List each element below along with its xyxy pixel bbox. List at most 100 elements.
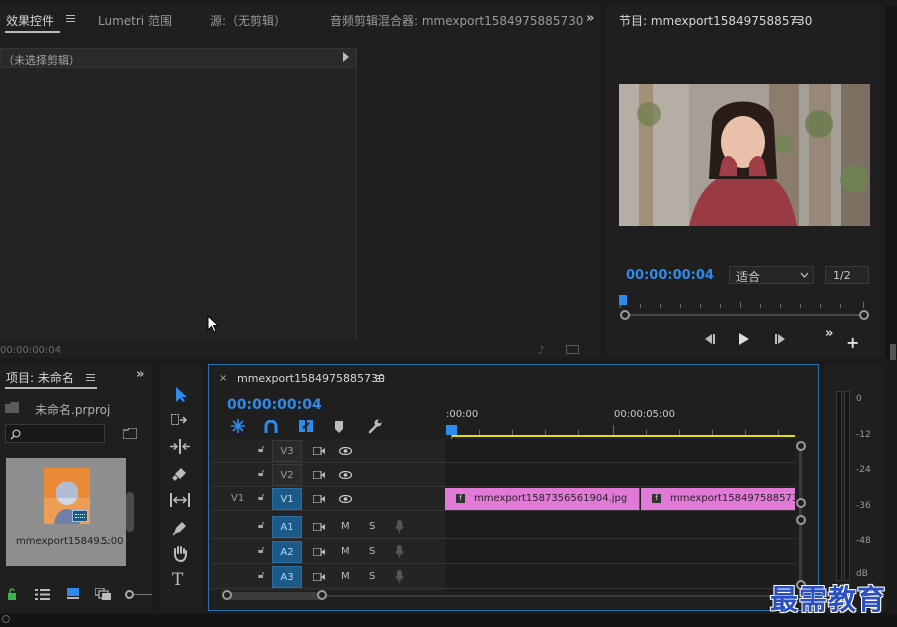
- microphone-icon[interactable]: [395, 570, 404, 584]
- hamburger-icon[interactable]: [86, 374, 95, 381]
- snap-magnet-icon[interactable]: [264, 420, 278, 433]
- resolution-dropdown[interactable]: 1/2: [825, 266, 869, 284]
- lock-icon[interactable]: 🔓︎: [258, 520, 264, 531]
- icon-view-icon[interactable]: [67, 588, 79, 599]
- step-forward-icon[interactable]: [773, 334, 787, 344]
- source-patch-v1[interactable]: V1: [231, 493, 244, 504]
- track-target-v3[interactable]: V3: [272, 440, 302, 462]
- search-input[interactable]: [5, 424, 105, 443]
- solo-button[interactable]: S: [369, 546, 375, 557]
- mute-button[interactable]: M: [341, 571, 350, 582]
- media-item[interactable]: mmexport15849... 5:00: [6, 458, 126, 566]
- slip-tool-icon[interactable]: [170, 493, 190, 507]
- track-select-tool-icon[interactable]: [171, 414, 189, 426]
- step-back-icon[interactable]: [703, 334, 717, 344]
- solo-button[interactable]: S: [369, 571, 375, 582]
- marker-icon[interactable]: [334, 421, 344, 433]
- toggle-sync-lock-icon[interactable]: [313, 471, 325, 479]
- timeline-ruler[interactable]: [446, 421, 796, 435]
- hamburger-icon[interactable]: [792, 16, 801, 23]
- zoom-scrollbar[interactable]: [624, 314, 864, 316]
- linked-selection-icon[interactable]: [298, 419, 314, 433]
- toggle-sync-lock-icon[interactable]: [313, 573, 325, 581]
- zoom-slider-handle[interactable]: [125, 590, 134, 599]
- wrench-icon[interactable]: [367, 419, 382, 434]
- type-tool-icon[interactable]: T: [172, 570, 183, 590]
- vscroll-handle-mid[interactable]: [796, 498, 806, 508]
- meter-scale-48: -48: [856, 536, 871, 546]
- lock-icon[interactable]: [7, 588, 17, 600]
- audio-only-icon[interactable]: ♪: [538, 344, 545, 357]
- program-video-frame: [619, 84, 870, 226]
- hscroll-handle-left[interactable]: [222, 590, 232, 600]
- work-area-bar[interactable]: [451, 435, 795, 437]
- selection-tool-icon[interactable]: [174, 386, 188, 403]
- eye-icon[interactable]: [339, 447, 352, 455]
- lock-icon[interactable]: 🔓︎: [258, 444, 264, 455]
- project-panel: 项目: 未命名 » 未命名.prproj mmexport15849... 5:…: [0, 364, 152, 612]
- track-target-v2[interactable]: V2: [272, 464, 302, 486]
- microphone-icon[interactable]: [395, 545, 404, 559]
- fx-badge-icon: f: [652, 494, 661, 503]
- playhead-icon[interactable]: [619, 295, 627, 305]
- close-icon[interactable]: ×: [219, 373, 227, 384]
- eye-icon[interactable]: [339, 471, 352, 479]
- vscroll-handle-top[interactable]: [796, 441, 806, 451]
- watermark: 最需教育: [770, 583, 887, 616]
- vscroll-handle-mid2[interactable]: [796, 515, 806, 525]
- double-chevron-right-icon[interactable]: »: [136, 367, 144, 382]
- track-target-a1[interactable]: A1: [272, 516, 302, 538]
- fit-dropdown[interactable]: 适合: [729, 266, 814, 284]
- list-view-icon[interactable]: [35, 589, 50, 600]
- razor-tool-icon[interactable]: [172, 465, 188, 481]
- hscroll-thumb[interactable]: [227, 592, 322, 600]
- microphone-icon[interactable]: [395, 520, 404, 534]
- project-scrollbar[interactable]: [126, 492, 134, 532]
- clip-1[interactable]: f mmexport1587356561904.jpg: [445, 488, 640, 510]
- eye-icon[interactable]: [339, 495, 352, 503]
- export-frame-icon[interactable]: [566, 345, 579, 354]
- toggle-sync-lock-icon[interactable]: [313, 495, 325, 503]
- pen-tool-icon[interactable]: [172, 519, 188, 536]
- hand-tool-icon[interactable]: [172, 545, 188, 562]
- tab-audio-clip-mixer[interactable]: 音频剪辑混合器: mmexport1584975885730: [330, 12, 583, 29]
- hscroll-handle-right[interactable]: [317, 590, 327, 600]
- audio-meter-panel: 0 -12 -24 -36 -48 dB: [825, 364, 885, 612]
- double-chevron-right-icon[interactable]: »: [586, 11, 594, 26]
- mute-button[interactable]: M: [341, 521, 350, 532]
- ripple-edit-tool-icon[interactable]: [170, 439, 190, 454]
- toggle-sync-lock-icon[interactable]: [313, 523, 325, 531]
- plus-icon[interactable]: +: [846, 333, 859, 352]
- more-controls-icon[interactable]: »: [825, 326, 833, 341]
- tab-source[interactable]: 源:（无剪辑）: [210, 12, 286, 29]
- scroll-thumb[interactable]: [890, 344, 896, 360]
- scroll-handle-left[interactable]: [620, 310, 630, 320]
- new-bin-icon[interactable]: [123, 428, 137, 439]
- zoom-slider-track[interactable]: [134, 594, 152, 595]
- program-timecode[interactable]: 00:00:00:04: [626, 268, 714, 283]
- solo-button[interactable]: S: [369, 521, 375, 532]
- tab-lumetri-scopes[interactable]: Lumetri 范围: [98, 12, 172, 29]
- hamburger-icon[interactable]: [375, 375, 384, 382]
- lock-icon[interactable]: 🔓︎: [258, 545, 264, 556]
- lock-icon[interactable]: 🔓︎: [258, 570, 264, 581]
- hamburger-icon[interactable]: [66, 15, 75, 22]
- nest-toggle-icon[interactable]: [231, 419, 245, 433]
- track-target-a3[interactable]: A3: [272, 566, 302, 588]
- clip-2[interactable]: f mmexport1584975885730.jpg: [641, 488, 795, 510]
- mute-button[interactable]: M: [341, 546, 350, 557]
- track-target-v1[interactable]: V1: [272, 488, 302, 510]
- toggle-sync-lock-icon[interactable]: [313, 447, 325, 455]
- lock-icon[interactable]: 🔓︎: [258, 492, 264, 503]
- expand-arrow-icon[interactable]: [343, 52, 349, 62]
- program-time-ruler[interactable]: [620, 294, 866, 310]
- play-icon[interactable]: [738, 333, 750, 345]
- lock-icon[interactable]: 🔓︎: [258, 468, 264, 479]
- track-target-a2[interactable]: A2: [272, 541, 302, 563]
- scroll-handle-right[interactable]: [859, 310, 869, 320]
- playhead-handle-icon[interactable]: [446, 425, 457, 435]
- freeform-view-icon[interactable]: [95, 588, 111, 600]
- toggle-sync-lock-icon[interactable]: [313, 548, 325, 556]
- timeline-timecode[interactable]: 00:00:00:04: [227, 397, 322, 413]
- tab-effect-controls[interactable]: 效果控件: [6, 12, 54, 29]
